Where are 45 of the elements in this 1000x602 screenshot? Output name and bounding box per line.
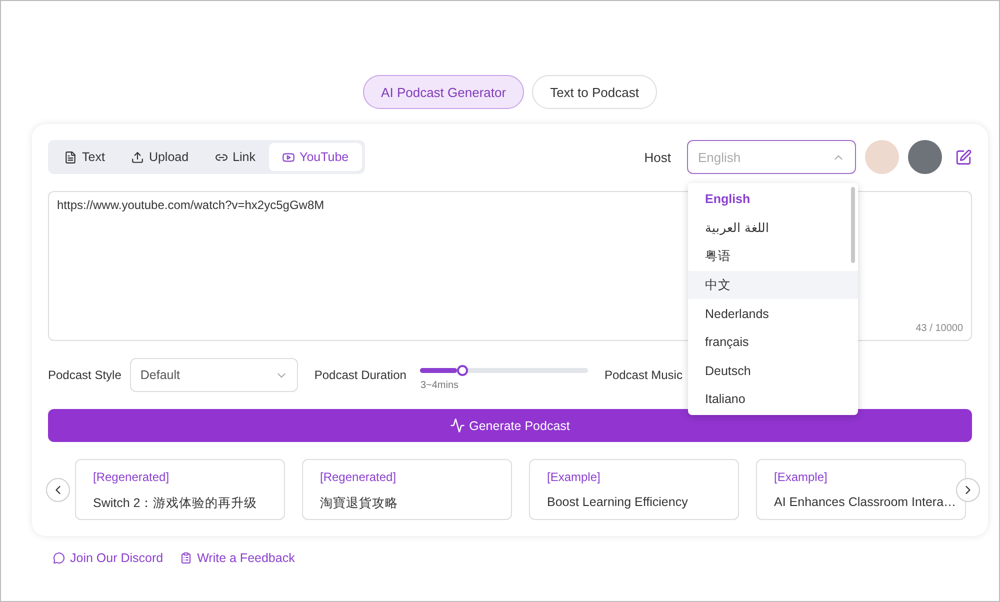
chat-icon bbox=[53, 552, 65, 564]
example-card[interactable]: [Example] Boost Learning Efficiency bbox=[529, 459, 739, 520]
example-tag: [Example] bbox=[774, 470, 965, 484]
url-text: https://www.youtube.com/watch?v=hx2yc5gGw8M bbox=[57, 198, 324, 212]
example-tag: [Regenerated] bbox=[320, 470, 511, 484]
duration-label: Podcast Duration bbox=[314, 368, 406, 382]
upload-icon bbox=[130, 150, 144, 164]
source-tab[interactable]: Link bbox=[202, 143, 268, 171]
youtube-icon bbox=[282, 150, 294, 164]
language-option[interactable]: Deutsch bbox=[688, 356, 858, 386]
example-card[interactable]: [Regenerated] Switch 2：游戏体验的再升级 bbox=[75, 459, 285, 520]
style-select[interactable]: Default bbox=[130, 358, 298, 392]
music-label: Podcast Music bbox=[604, 368, 682, 382]
mode-tab[interactable]: Text to Podcast bbox=[532, 75, 657, 109]
example-title: 淘寶退貨攻略 bbox=[320, 495, 399, 512]
character-counter: 43 / 10000 bbox=[916, 323, 963, 334]
example-title: AI Enhances Classroom Intera… bbox=[774, 495, 958, 509]
next-button[interactable] bbox=[956, 478, 980, 502]
previous-button[interactable] bbox=[46, 478, 70, 502]
mode-tab[interactable]: AI Podcast Generator bbox=[363, 75, 524, 109]
generate-button[interactable]: Generate Podcast bbox=[48, 409, 972, 442]
language-option[interactable]: 中文 bbox=[688, 270, 858, 300]
example-title: Switch 2：游戏体验的再升级 bbox=[93, 495, 258, 512]
edit-icon[interactable] bbox=[955, 148, 972, 166]
language-option[interactable]: 粤语 bbox=[688, 242, 858, 271]
text-icon bbox=[64, 150, 77, 164]
host-label: Host bbox=[644, 150, 671, 164]
example-card[interactable]: [Regenerated] 淘寶退貨攻略 bbox=[302, 459, 512, 520]
example-tag: [Example] bbox=[547, 470, 738, 484]
slider-thumb[interactable] bbox=[457, 365, 468, 376]
example-card[interactable]: [Example] AI Enhances Classroom Intera… bbox=[756, 459, 966, 520]
language-option[interactable]: Nederlands bbox=[688, 299, 858, 328]
clipboard-icon bbox=[180, 552, 192, 564]
host-avatar[interactable] bbox=[908, 140, 942, 174]
example-tag: [Regenerated] bbox=[93, 470, 284, 484]
footer-link[interactable]: Join Our Discord bbox=[53, 551, 164, 565]
source-tab[interactable]: Text bbox=[51, 143, 118, 171]
duration-reading: 3~4mins bbox=[420, 380, 459, 392]
example-title: Boost Learning Efficiency bbox=[547, 495, 689, 509]
style-label: Podcast Style bbox=[48, 368, 122, 382]
source-tab[interactable]: YouTube bbox=[268, 143, 362, 171]
source-tab[interactable]: Upload bbox=[118, 143, 202, 171]
language-option[interactable]: اللغة العربية bbox=[688, 214, 858, 242]
duration-slider[interactable] bbox=[420, 368, 588, 374]
footer-link[interactable]: Write a Feedback bbox=[180, 551, 295, 565]
